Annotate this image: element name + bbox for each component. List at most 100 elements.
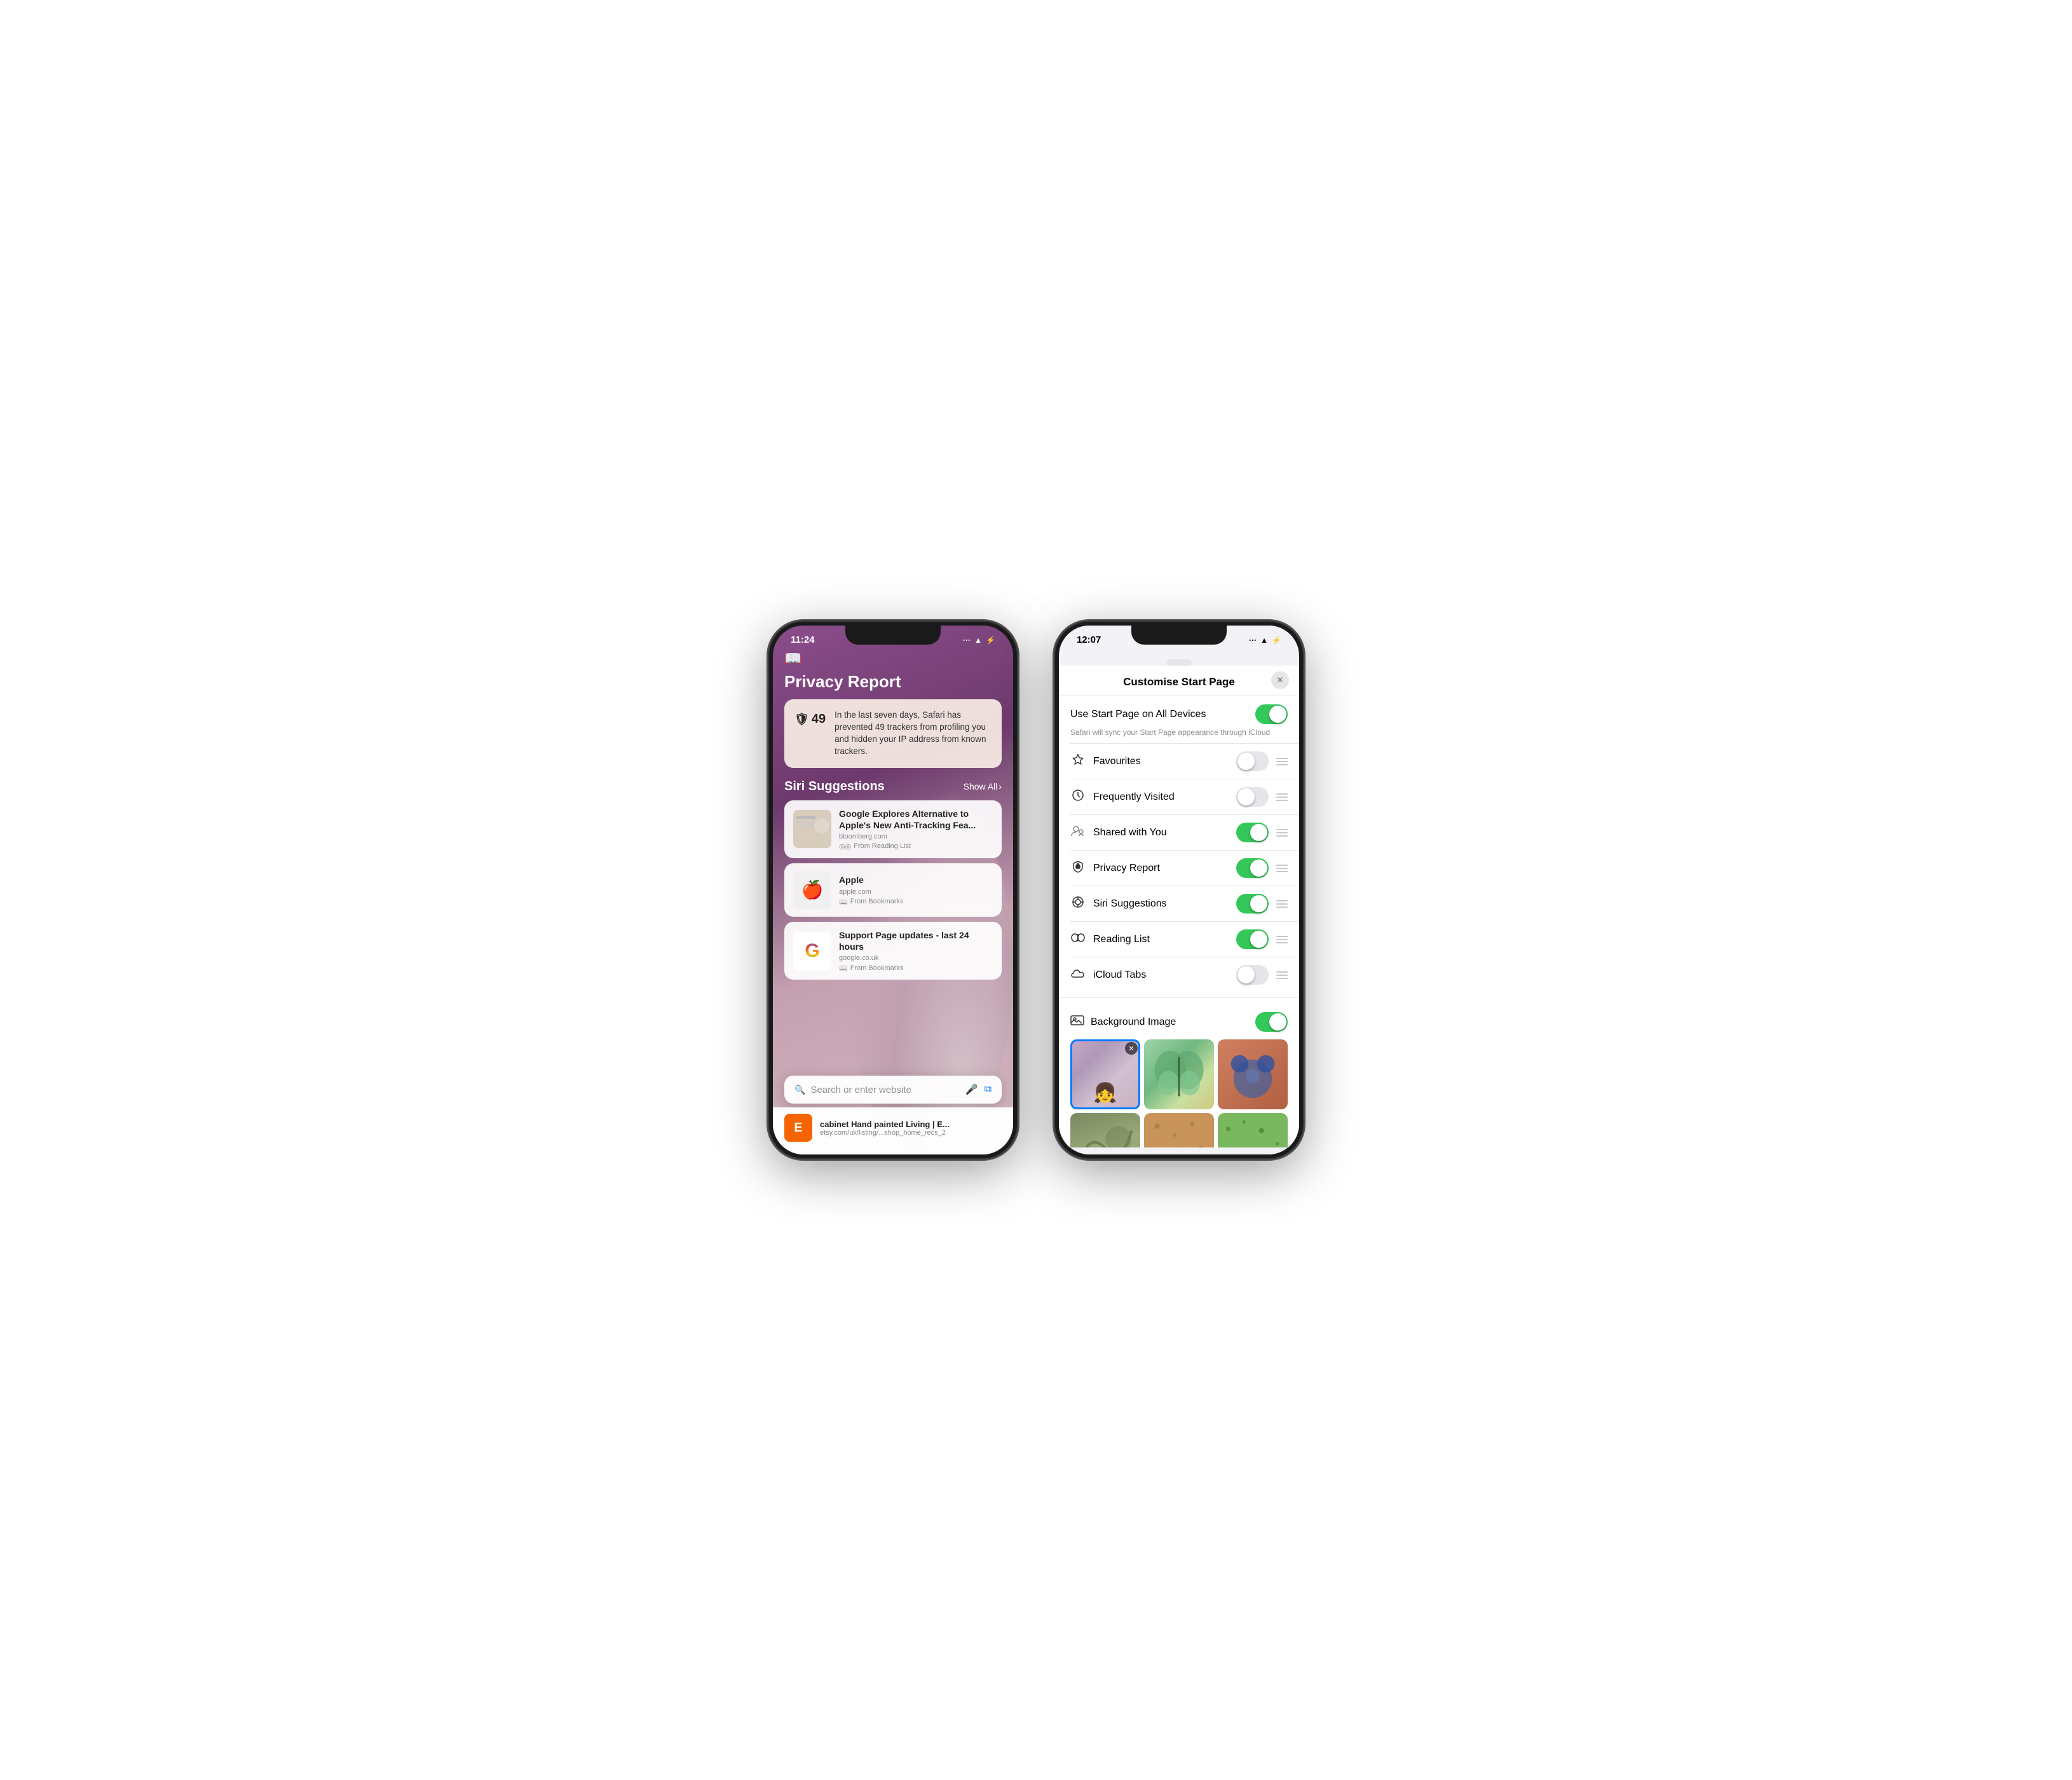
cloud-icon bbox=[1070, 968, 1086, 982]
favourites-drag-handle[interactable] bbox=[1276, 758, 1288, 765]
book-icon: 📖 bbox=[784, 650, 1002, 667]
signal-icon-2: ··· bbox=[1249, 636, 1257, 645]
toggle-knob bbox=[1250, 824, 1267, 841]
shared-with-you-label: Shared with You bbox=[1093, 827, 1229, 839]
toggle-knob bbox=[1250, 859, 1267, 877]
privacy-badge: 🛡 49 bbox=[794, 712, 826, 727]
suggestion-title-1: Apple bbox=[839, 874, 993, 886]
suggestion-title-0: Google Explores Alternative to Apple's N… bbox=[839, 808, 993, 831]
background-image-section: Background Image ✕ bbox=[1059, 1003, 1299, 1147]
search-placeholder[interactable]: Search or enter website bbox=[810, 1085, 960, 1095]
icloud-tabs-label: iCloud Tabs bbox=[1093, 969, 1229, 981]
siri-icon bbox=[1070, 896, 1086, 912]
toggle-item-shared-with-you: Shared with You bbox=[1059, 815, 1299, 850]
main-toggle-label: Use Start Page on All Devices bbox=[1070, 709, 1206, 720]
shield-icon: 🛡 bbox=[794, 713, 809, 726]
main-toggle-switch[interactable] bbox=[1255, 704, 1288, 724]
suggestion-item-1[interactable]: 🍎 Apple apple.com 📖 From Bookmarks bbox=[784, 863, 1002, 917]
suggestion-thumb-2: G bbox=[793, 932, 831, 970]
suggestion-item-2[interactable]: G Support Page updates - last 24 hours g… bbox=[784, 922, 1002, 980]
privacy-report-drag-handle[interactable] bbox=[1276, 865, 1288, 872]
background-image-label: Background Image bbox=[1091, 1017, 1249, 1028]
phone1-screen: 11:24 ··· ▲ ⚡ 📖 Privacy Report 🛡 49 In t… bbox=[773, 626, 1013, 1154]
section-divider bbox=[1059, 997, 1299, 998]
etsy-bar[interactable]: E cabinet Hand painted Living | E... ets… bbox=[773, 1107, 1013, 1154]
news-thumb bbox=[793, 810, 831, 848]
suggestion-url-1: apple.com bbox=[839, 888, 993, 896]
bookmarks-icon-1: 📖 bbox=[839, 898, 848, 906]
privacy-report-label: Privacy Report bbox=[1093, 863, 1229, 874]
sheet-header: Customise Start Page ✕ bbox=[1059, 666, 1299, 695]
drag-handle bbox=[1166, 659, 1192, 666]
siri-suggestions-drag-handle[interactable] bbox=[1276, 900, 1288, 908]
suggestion-info-2: Support Page updates - last 24 hours goo… bbox=[839, 929, 993, 972]
tracker-count: 49 bbox=[812, 712, 826, 727]
shared-with-you-toggle[interactable] bbox=[1236, 823, 1269, 842]
bg-thumb-sandy[interactable] bbox=[1144, 1113, 1214, 1147]
bg-thumb-olive[interactable] bbox=[1070, 1113, 1140, 1147]
reading-list-icon: ◎◎ bbox=[839, 842, 851, 851]
toggle-knob bbox=[1250, 931, 1267, 948]
toggle-knob bbox=[1237, 788, 1255, 805]
bg-thumb-orange[interactable] bbox=[1218, 1039, 1288, 1109]
sheet-title: Customise Start Page bbox=[1123, 676, 1235, 688]
shield-icon-2 bbox=[1070, 860, 1086, 876]
background-image-toggle[interactable] bbox=[1255, 1012, 1288, 1032]
siri-suggestions-toggle[interactable] bbox=[1236, 894, 1269, 914]
privacy-card[interactable]: 🛡 49 In the last seven days, Safari has … bbox=[784, 699, 1002, 768]
close-button[interactable]: ✕ bbox=[1271, 671, 1289, 689]
icloud-tabs-toggle[interactable] bbox=[1236, 965, 1269, 985]
image-icon bbox=[1070, 1014, 1084, 1030]
signal-icon: ··· bbox=[963, 636, 971, 645]
toggle-item-favourites: Favourites bbox=[1059, 744, 1299, 779]
toggle-item-privacy-report: Privacy Report bbox=[1059, 851, 1299, 886]
show-all-label: Show All bbox=[964, 781, 998, 791]
etsy-url: etsy.com/uk/listing/...shop_home_recs_2 bbox=[820, 1129, 1002, 1137]
reading-list-drag-handle[interactable] bbox=[1276, 936, 1288, 943]
siri-title: Siri Suggestions bbox=[784, 779, 885, 794]
customise-sheet: Customise Start Page ✕ Use Start Page on… bbox=[1059, 650, 1299, 1147]
frequently-visited-toggle[interactable] bbox=[1236, 787, 1269, 807]
frequently-visited-drag-handle[interactable] bbox=[1276, 793, 1288, 801]
show-all-button[interactable]: Show All › bbox=[964, 781, 1002, 791]
battery-icon: ⚡ bbox=[986, 636, 995, 645]
microphone-icon[interactable]: 🎤 bbox=[965, 1083, 978, 1096]
main-toggle-row: Use Start Page on All Devices bbox=[1059, 695, 1299, 727]
notch bbox=[845, 626, 941, 645]
phone1-inner: 11:24 ··· ▲ ⚡ 📖 Privacy Report 🛡 49 In t… bbox=[773, 626, 1013, 1154]
search-actions: 🎤 ⧉ bbox=[965, 1083, 992, 1096]
icloud-tabs-drag-handle[interactable] bbox=[1276, 971, 1288, 979]
bg-thumb-lime[interactable] bbox=[1218, 1113, 1288, 1147]
suggestion-title-2: Support Page updates - last 24 hours bbox=[839, 929, 993, 952]
toggle-item-reading-list: Reading List bbox=[1059, 922, 1299, 957]
tabs-icon[interactable]: ⧉ bbox=[985, 1084, 992, 1095]
phone2-status-right: ··· ▲ ⚡ bbox=[1249, 636, 1281, 645]
toggle-item-frequently-visited: Frequently Visited bbox=[1059, 779, 1299, 814]
favourites-label: Favourites bbox=[1093, 756, 1229, 767]
bg-thumb-child[interactable]: ✕ bbox=[1070, 1039, 1140, 1109]
privacy-report-toggle[interactable] bbox=[1236, 858, 1269, 878]
favourites-toggle[interactable] bbox=[1236, 751, 1269, 771]
phone1-status-right: ··· ▲ ⚡ bbox=[963, 636, 995, 645]
phone1-content: 📖 Privacy Report 🛡 49 In the last seven … bbox=[773, 650, 1013, 1147]
chevron-right-icon: › bbox=[999, 781, 1002, 791]
delete-bg-button[interactable]: ✕ bbox=[1125, 1042, 1138, 1055]
frequently-visited-label: Frequently Visited bbox=[1093, 791, 1229, 803]
close-icon: ✕ bbox=[1277, 675, 1284, 685]
suggestion-url-2: google.co.uk bbox=[839, 954, 993, 962]
privacy-report-title: Privacy Report bbox=[784, 672, 1002, 692]
star-icon bbox=[1070, 753, 1086, 769]
reading-list-toggle[interactable] bbox=[1236, 929, 1269, 949]
bg-thumb-butterfly[interactable] bbox=[1144, 1039, 1214, 1109]
battery-icon-2: ⚡ bbox=[1272, 636, 1281, 645]
clock-icon bbox=[1070, 789, 1086, 805]
shared-with-you-drag-handle[interactable] bbox=[1276, 829, 1288, 837]
suggestion-info-0: Google Explores Alternative to Apple's N… bbox=[839, 808, 993, 851]
toggle-knob bbox=[1250, 895, 1267, 912]
siri-suggestions-label: Siri Suggestions bbox=[1093, 898, 1229, 910]
suggestion-item-0[interactable]: Google Explores Alternative to Apple's N… bbox=[784, 800, 1002, 858]
wifi-icon-2: ▲ bbox=[1260, 636, 1268, 645]
search-icon: 🔍 bbox=[794, 1085, 805, 1095]
wifi-icon: ▲ bbox=[974, 636, 982, 645]
notch-2 bbox=[1131, 626, 1227, 645]
